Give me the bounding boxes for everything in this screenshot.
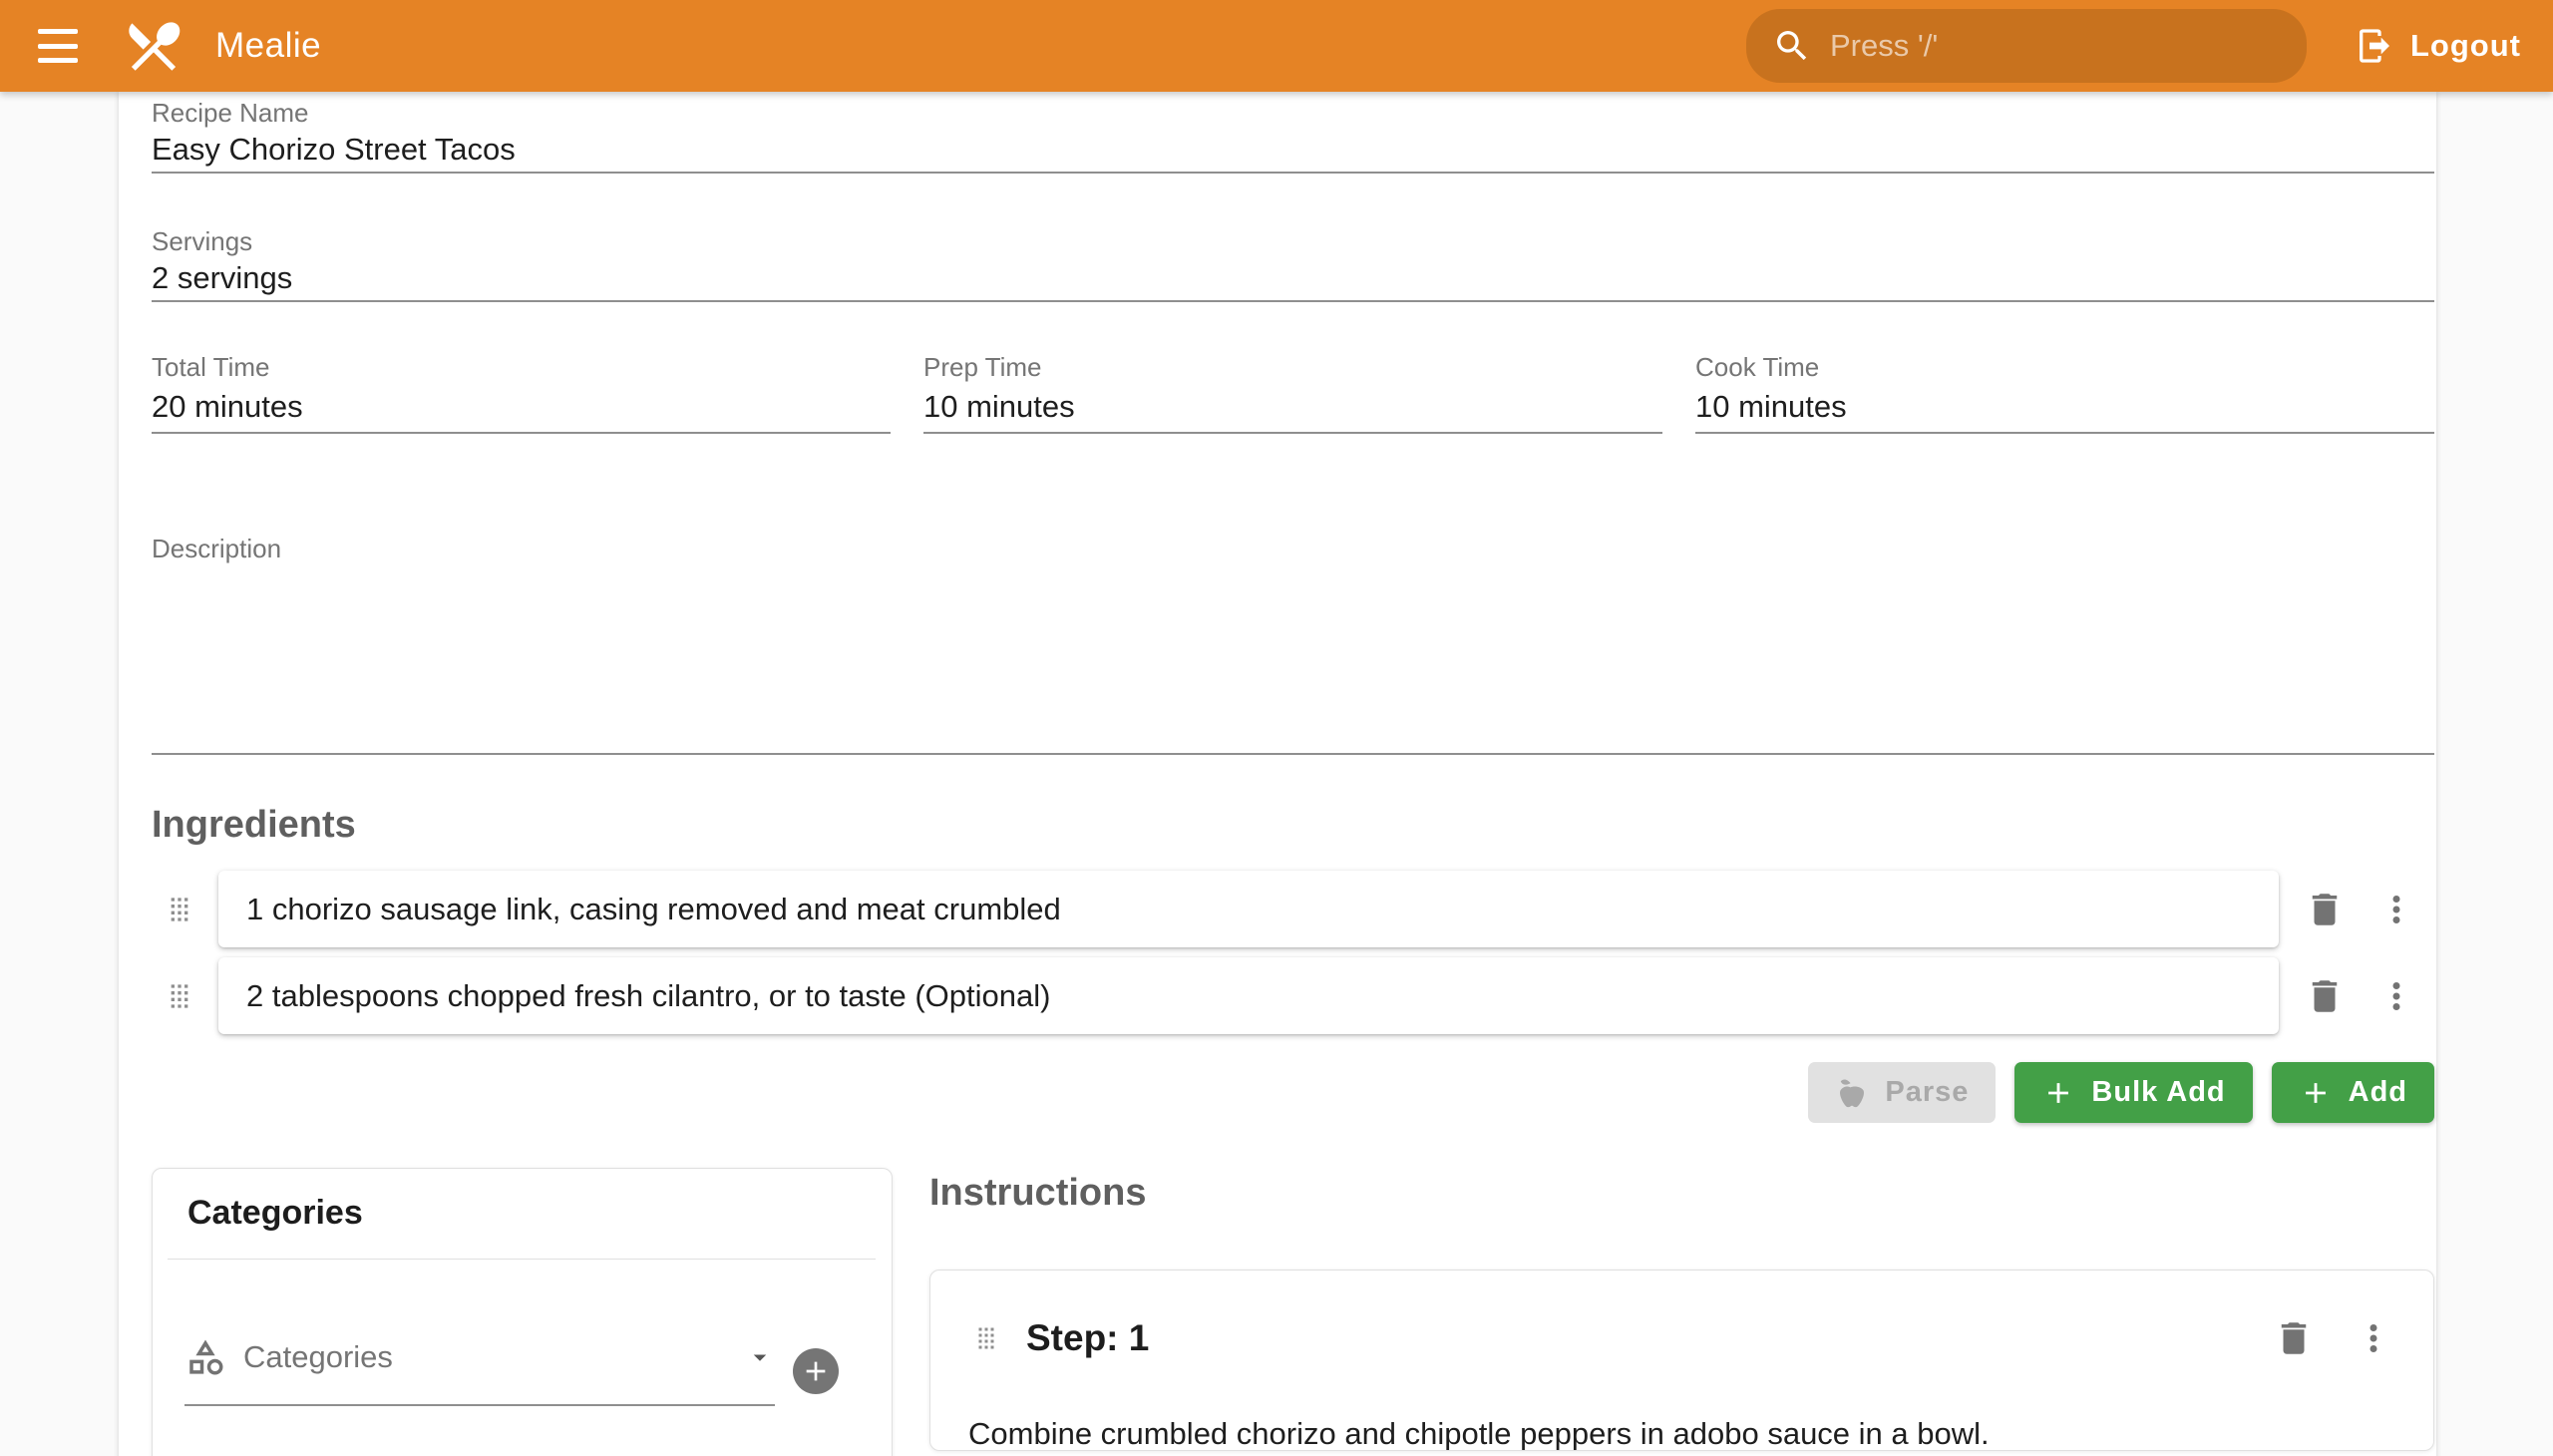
description-textarea[interactable]	[152, 563, 2434, 753]
select-underline	[184, 1404, 775, 1406]
description-field: Description	[152, 534, 2434, 755]
kebab-icon	[2375, 889, 2417, 930]
ingredient-input-card	[218, 871, 2279, 947]
parse-button[interactable]: Parse	[1808, 1062, 1996, 1123]
search-input[interactable]: Press '/'	[1746, 9, 2307, 83]
recipe-name-input[interactable]	[152, 128, 2434, 172]
prep-time-field: Prep Time	[923, 352, 1662, 434]
recipe-editor-card: Recipe Name Servings Total Time Prep Tim…	[119, 92, 2436, 1456]
trash-icon	[2304, 975, 2346, 1017]
servings-field: Servings	[152, 226, 2434, 302]
recipe-name-label: Recipe Name	[152, 98, 2434, 128]
ingredients-heading: Ingredients	[152, 803, 2434, 847]
apple-icon	[1835, 1076, 1869, 1110]
kebab-icon	[2375, 975, 2417, 1017]
categories-card: Categories Categories	[152, 1168, 893, 1456]
cook-time-field: Cook Time	[1695, 352, 2434, 434]
search-icon	[1772, 26, 1812, 66]
chevron-down-icon	[745, 1342, 775, 1372]
prep-time-label: Prep Time	[923, 352, 1662, 382]
total-time-input[interactable]	[152, 382, 891, 432]
ingredient-input-card	[218, 957, 2279, 1034]
step-title: Step: 1	[1026, 1317, 2270, 1359]
plus-icon	[800, 1355, 832, 1387]
plus-icon	[2299, 1076, 2333, 1110]
step-more-menu-button[interactable]	[2350, 1314, 2397, 1362]
recipe-name-field: Recipe Name	[152, 92, 2434, 174]
step-header: Step: 1	[966, 1310, 2397, 1366]
cook-time-label: Cook Time	[1695, 352, 2434, 382]
parse-button-label: Parse	[1885, 1076, 1969, 1109]
drag-handle-icon[interactable]	[158, 974, 201, 1018]
app-title: Mealie	[215, 26, 321, 66]
ingredient-more-menu-button[interactable]	[2372, 972, 2420, 1020]
delete-step-button[interactable]	[2270, 1314, 2318, 1362]
kebab-icon	[2353, 1317, 2394, 1359]
bulk-add-button-label: Bulk Add	[2091, 1076, 2225, 1109]
mealie-logo-icon	[122, 14, 185, 78]
shapes-icon	[184, 1336, 226, 1378]
categories-select[interactable]: Categories	[184, 1336, 775, 1406]
add-button-label: Add	[2349, 1076, 2407, 1109]
bottom-section: Categories Categories	[152, 1168, 2434, 1456]
ingredient-input[interactable]	[246, 978, 2251, 1014]
prep-time-input[interactable]	[923, 382, 1662, 432]
categories-select-label: Categories	[243, 1339, 745, 1375]
step-card: Step: 1 Combine crumbled chorizo and chi…	[929, 1270, 2434, 1451]
ingredient-list	[152, 871, 2434, 1034]
instructions-column: Instructions Step: 1 Co	[929, 1168, 2434, 1451]
total-time-field: Total Time	[152, 352, 891, 434]
description-label: Description	[152, 534, 2434, 563]
logout-label: Logout	[2410, 28, 2521, 64]
ingredient-actions-row: Parse Bulk Add Add	[152, 1062, 2434, 1123]
ingredient-row	[152, 871, 2434, 947]
plus-icon	[2041, 1076, 2075, 1110]
drag-handle-icon[interactable]	[966, 1316, 1006, 1360]
cook-time-input[interactable]	[1695, 382, 2434, 432]
hamburger-menu-icon[interactable]	[38, 29, 78, 63]
app-bar: Mealie Press '/' Logout	[0, 0, 2553, 92]
drag-handle-icon[interactable]	[158, 888, 201, 931]
trash-icon	[2304, 889, 2346, 930]
search-placeholder: Press '/'	[1830, 28, 1938, 64]
ingredient-more-menu-button[interactable]	[2372, 886, 2420, 933]
total-time-label: Total Time	[152, 352, 891, 382]
servings-label: Servings	[152, 226, 2434, 256]
instructions-heading: Instructions	[929, 1173, 2434, 1213]
delete-ingredient-button[interactable]	[2301, 972, 2349, 1020]
time-fields-row: Total Time Prep Time Cook Time	[152, 352, 2434, 434]
categories-select-row: Categories	[153, 1260, 892, 1406]
step-text[interactable]: Combine crumbled chorizo and chipotle pe…	[966, 1413, 2397, 1451]
mealie-recipe-editor-screen: Mealie Press '/' Logout Recipe Name Serv…	[0, 0, 2553, 1456]
add-category-button[interactable]	[793, 1348, 839, 1394]
bulk-add-button[interactable]: Bulk Add	[2014, 1062, 2252, 1123]
add-ingredient-button[interactable]: Add	[2272, 1062, 2434, 1123]
ingredient-row	[152, 957, 2434, 1034]
logout-button[interactable]: Logout	[2341, 26, 2535, 66]
logout-icon	[2355, 26, 2394, 66]
servings-input[interactable]	[152, 256, 2434, 300]
delete-ingredient-button[interactable]	[2301, 886, 2349, 933]
ingredient-input[interactable]	[246, 892, 2251, 927]
trash-icon	[2273, 1317, 2315, 1359]
categories-heading: Categories	[153, 1169, 892, 1233]
